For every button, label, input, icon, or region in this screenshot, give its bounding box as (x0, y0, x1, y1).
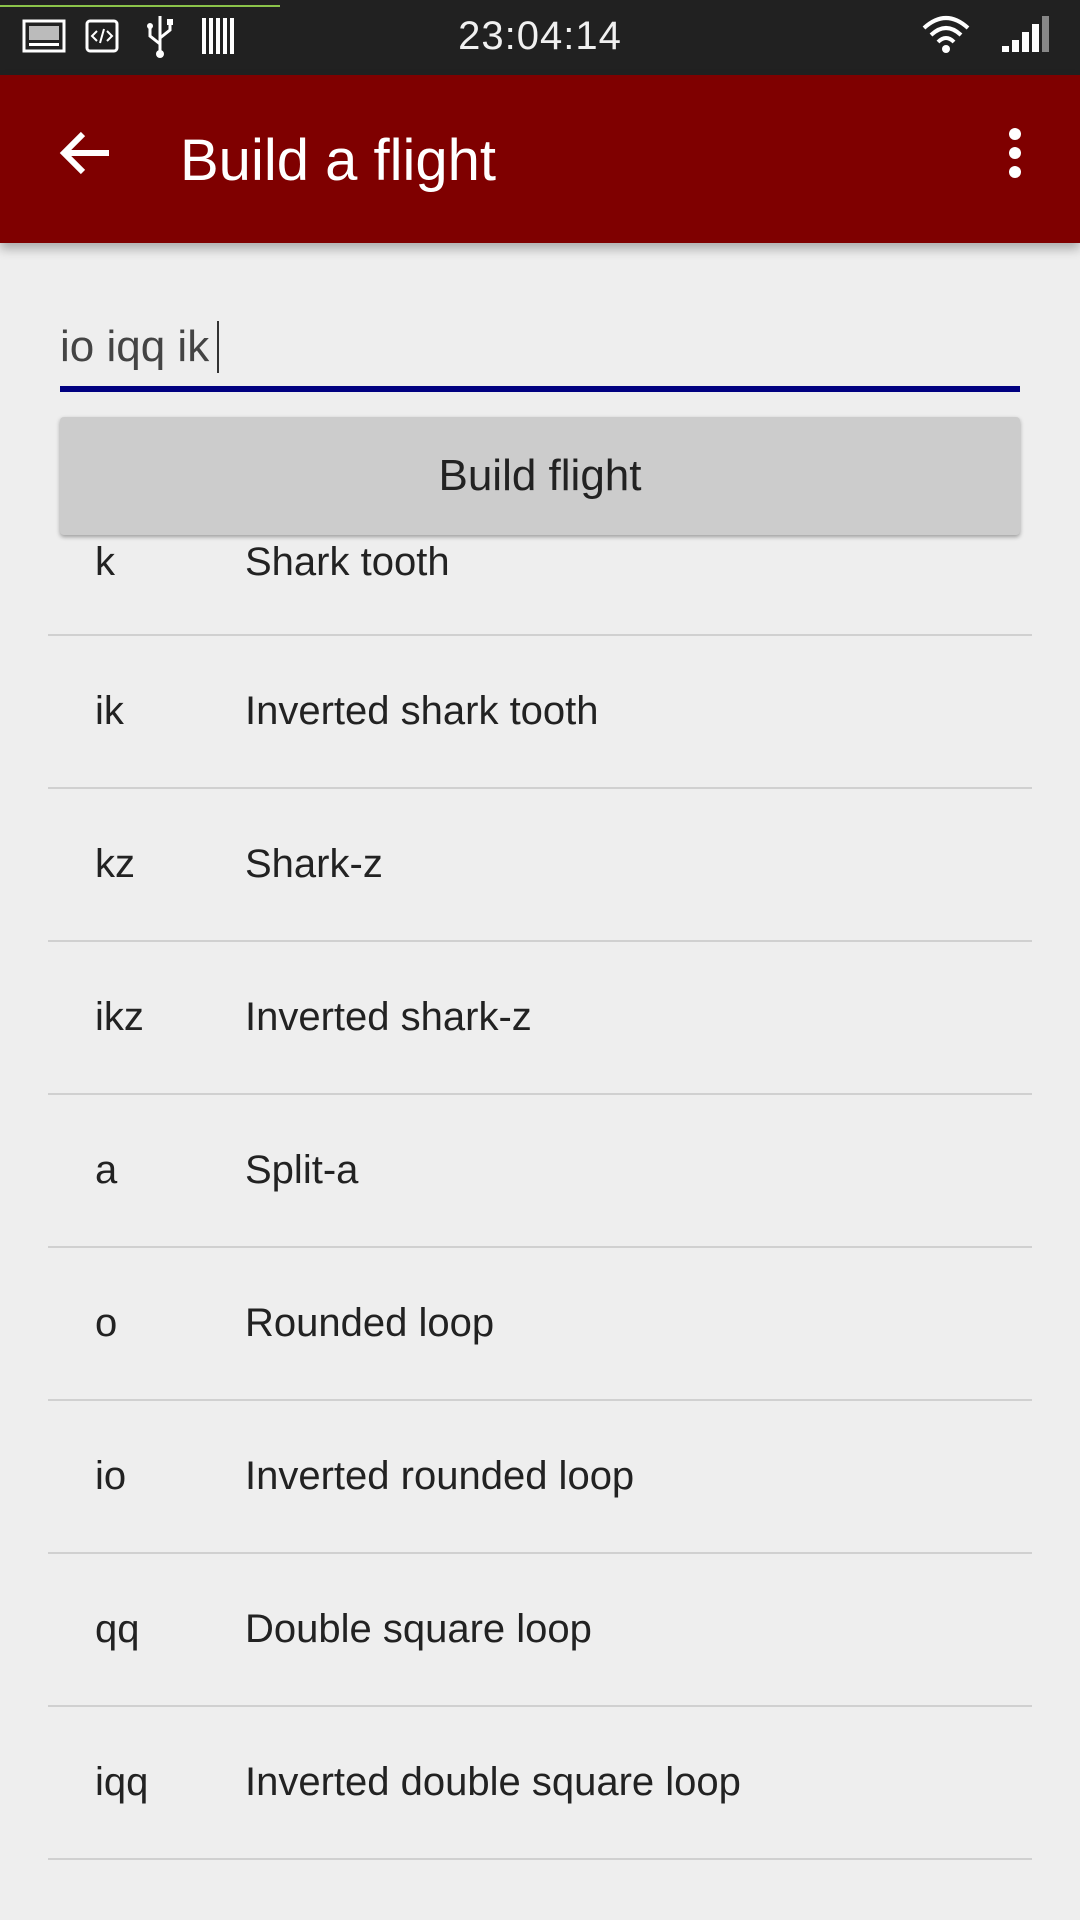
back-button[interactable] (50, 120, 120, 190)
list-item[interactable]: k Shark tooth (48, 536, 1032, 636)
list-item[interactable]: ik Inverted shark tooth (48, 636, 1032, 789)
list-item[interactable]: iqq Inverted double square loop (48, 1707, 1032, 1860)
maneuver-name: Inverted shark-z (245, 995, 532, 1039)
notification-accent-line (0, 5, 280, 7)
signal-icon (1000, 14, 1050, 59)
flight-code-value: io iqq ik (60, 322, 210, 371)
more-vert-icon (1007, 127, 1023, 183)
overflow-menu-button[interactable] (980, 120, 1050, 190)
app-bar: Build a flight (0, 75, 1080, 243)
maneuver-code: io (95, 1454, 127, 1498)
list-item[interactable]: io Inverted rounded loop (48, 1401, 1032, 1554)
maneuver-name: Shark-z (245, 842, 383, 886)
maneuver-code: a (95, 1148, 118, 1192)
page-title: Build a flight (180, 128, 496, 193)
maneuver-name: Double square loop (245, 1607, 592, 1651)
status-right-icons (920, 14, 1050, 59)
maneuver-code: ik (95, 689, 124, 733)
text-caret (217, 321, 220, 373)
maneuver-code: qq (95, 1607, 140, 1651)
maneuver-name: Inverted rounded loop (245, 1454, 635, 1498)
status-time: 23:04:14 (458, 14, 622, 58)
build-flight-button[interactable]: Build flight (60, 417, 1020, 535)
maneuver-code: o (95, 1301, 118, 1345)
maneuver-name: Split-a (245, 1148, 359, 1192)
maneuver-name: Rounded loop (245, 1301, 495, 1345)
maneuver-code: iqq (95, 1760, 149, 1804)
status-bar: 23:04:14 (0, 0, 1080, 75)
flight-code-field[interactable]: io iqq ik (60, 300, 1020, 392)
arrow-back-icon (59, 130, 111, 181)
list-item[interactable]: o Rounded loop (48, 1248, 1032, 1401)
list-item[interactable]: kz Shark-z (48, 789, 1032, 942)
maneuver-name: Shark tooth (245, 540, 450, 584)
maneuver-list[interactable]: k Shark tooth ik Inverted shark tooth kz… (48, 536, 1032, 1920)
list-item[interactable]: ikz Inverted shark-z (48, 942, 1032, 1095)
maneuver-code: kz (95, 842, 135, 886)
maneuver-name: Inverted double square loop (245, 1760, 741, 1804)
flight-code-input[interactable]: io iqq ik (60, 300, 1020, 386)
list-item[interactable]: qq Double square loop (48, 1554, 1032, 1707)
list-item[interactable]: a Split-a (48, 1095, 1032, 1248)
maneuver-name: Inverted shark tooth (245, 689, 599, 733)
maneuver-code: k (95, 540, 115, 584)
wifi-icon (920, 14, 972, 59)
maneuver-code: ikz (95, 995, 144, 1039)
input-underline (60, 386, 1020, 392)
